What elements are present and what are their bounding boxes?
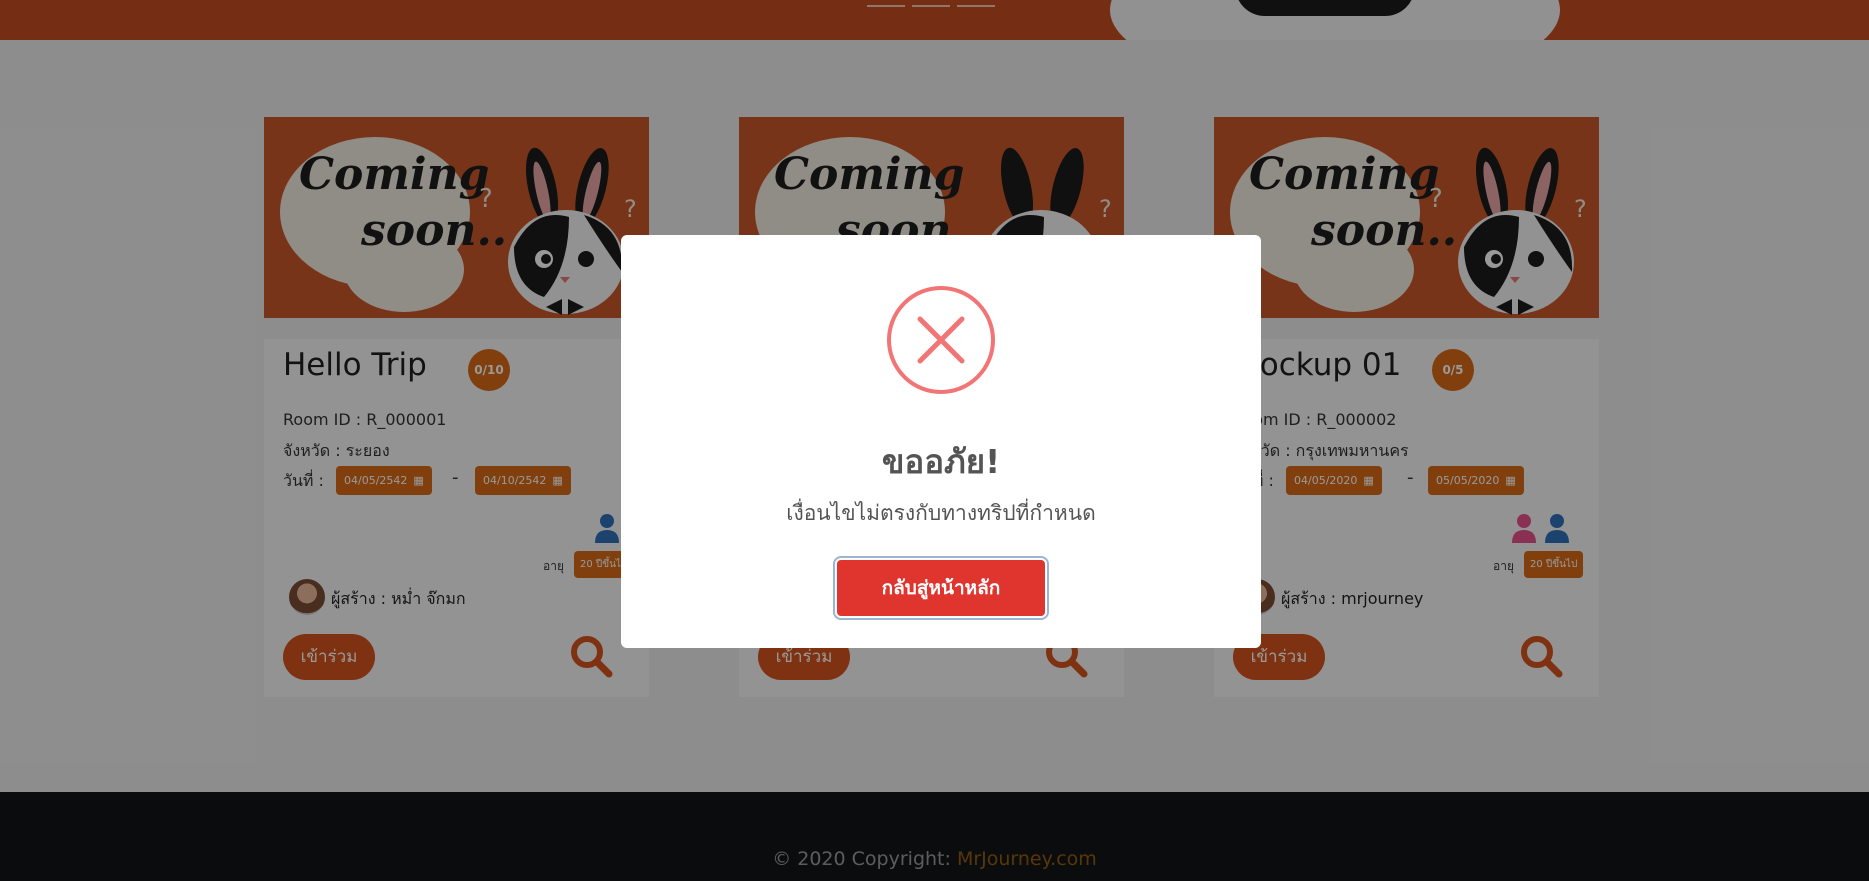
error-x-icon [887,286,995,394]
dialog-message: เงื่อนไขไม่ตรงกับทางทริปที่กำหนด [786,501,1096,525]
back-home-button[interactable]: กลับสู่หน้าหลัก [835,558,1047,618]
dialog-title: ขออภัย! [881,442,1001,481]
error-dialog: ขออภัย! เงื่อนไขไม่ตรงกับทางทริปที่กำหนด… [621,235,1261,648]
